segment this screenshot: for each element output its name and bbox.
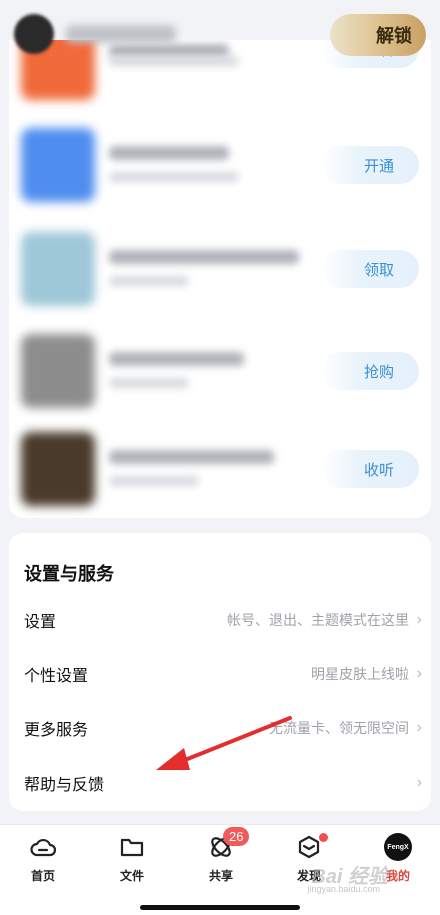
promo-subtitle-blurred (109, 476, 199, 486)
promo-title-blurred (109, 250, 299, 264)
promo-item: 抢购 (9, 334, 431, 414)
nav-label: 文件 (119, 869, 144, 883)
cloud-icon (30, 838, 57, 857)
section-title: 设置与服务 (24, 564, 114, 584)
nav-label: 共享 (208, 869, 233, 883)
promo-item: 收听 (9, 432, 431, 512)
chevron-right-icon: › (416, 774, 422, 791)
row-hint: 无流量卡、领无限空间 (269, 720, 409, 736)
promo-action-button[interactable]: 收听 (321, 450, 419, 488)
settings-row-settings[interactable]: 设置 帐号、退出、主题模式在这里 › (9, 593, 431, 647)
promo-action-button[interactable]: 开通 (321, 146, 419, 184)
promo-action-button[interactable]: 抢购 (321, 352, 419, 390)
row-hint: 明星皮肤上线啦 (311, 666, 409, 682)
promo-subtitle-blurred (109, 172, 239, 182)
settings-row-help-feedback[interactable]: 帮助与反馈 › (9, 756, 431, 810)
chevron-right-icon: › (416, 611, 422, 628)
row-label: 设置 (24, 614, 57, 631)
row-label: 帮助与反馈 (24, 777, 105, 794)
promo-title-blurred (109, 450, 274, 464)
folder-icon (120, 838, 144, 857)
chevron-right-icon: › (416, 719, 422, 736)
settings-row-personalization[interactable]: 个性设置 明星皮肤上线啦 › (9, 647, 431, 701)
promo-item: 领取 (9, 232, 431, 312)
promo-title-blurred (109, 146, 229, 160)
nav-label: 首页 (30, 869, 55, 883)
chevron-right-icon: › (416, 665, 422, 682)
avatar-icon: FengX (384, 833, 412, 861)
row-label: 个性设置 (24, 668, 89, 685)
profile-header: 解锁 (0, 0, 440, 70)
home-indicator (140, 905, 300, 910)
promo-subtitle-blurred (109, 276, 189, 286)
unlock-button[interactable]: 解锁 (330, 14, 426, 56)
settings-services-card: 设置与服务 设置 帐号、退出、主题模式在这里 › 个性设置 明星皮肤上线啦 › … (9, 533, 431, 811)
row-hint: 帐号、退出、主题模式在这里 (227, 612, 409, 628)
username-blurred (66, 25, 176, 43)
promo-subtitle-blurred (109, 378, 189, 388)
nav-files[interactable]: 文件 (97, 833, 167, 889)
watermark-url: jingyan.baidu.com (307, 884, 380, 894)
promo-thumbnail (21, 128, 95, 202)
promo-title-blurred (109, 352, 244, 366)
promo-thumbnail (21, 232, 95, 306)
promo-list-card: 查看 开通 领取 抢购 收听 (9, 40, 431, 518)
notification-dot (319, 833, 328, 842)
promo-item: 开通 (9, 128, 431, 208)
promo-action-button[interactable]: 领取 (321, 250, 419, 288)
nav-share[interactable]: 26 共享 (186, 827, 256, 889)
promo-thumbnail (21, 334, 95, 408)
user-avatar[interactable] (14, 14, 54, 54)
promo-thumbnail (21, 432, 95, 506)
row-label: 更多服务 (24, 722, 89, 739)
nav-label: 我的 (385, 869, 410, 883)
nav-home[interactable]: 首页 (8, 833, 78, 889)
settings-row-more-services[interactable]: 更多服务 无流量卡、领无限空间 › (9, 701, 431, 755)
share-count-badge: 26 (223, 827, 250, 846)
